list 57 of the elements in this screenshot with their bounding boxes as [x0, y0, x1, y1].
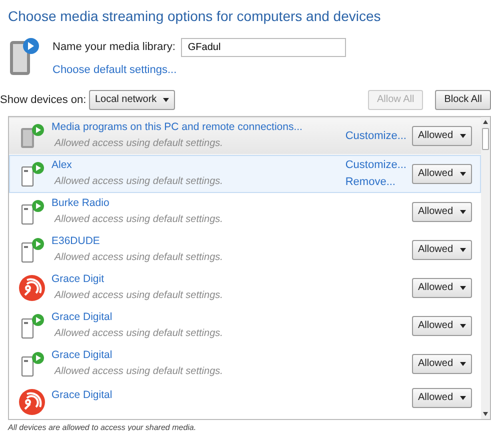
device-row[interactable]: Media programs on this PC and remote connections... Allowed access using default settings. Customize... Allowed — [9, 116, 481, 155]
device-status: Allowed access using default settings. — [53, 251, 224, 266]
access-dropdown[interactable]: Allowed — [412, 202, 472, 222]
radio-icon — [18, 388, 46, 416]
access-dropdown[interactable]: Allowed — [412, 278, 472, 298]
device-name[interactable]: Media programs on this PC and remote connections... — [52, 120, 346, 136]
show-devices-label: Show devices on: — [0, 92, 86, 108]
device-status: Allowed access using default settings. — [53, 175, 224, 190]
device-name[interactable]: Burke Radio — [52, 196, 406, 212]
default-settings-link[interactable]: Choose default settings... — [52, 62, 346, 79]
caret-icon — [460, 286, 466, 290]
device-row[interactable]: Grace Digital Allowed access using default settings. Allowed — [9, 344, 481, 383]
access-dropdown[interactable]: Allowed — [412, 354, 472, 374]
caret-icon — [460, 362, 466, 366]
radio-icon — [18, 274, 46, 302]
device-row[interactable]: Alex Allowed access using default settings. Customize... Remove... Allowed — [9, 154, 481, 193]
device-row[interactable]: E36DUDE Allowed access using default settings. Allowed — [9, 230, 481, 269]
device-status: Allowed access using default settings. — [53, 289, 224, 304]
toolbar-button[interactable]: Block All — [435, 90, 491, 110]
scrollbar-thumb[interactable] — [482, 128, 489, 150]
library-name-label: Name your media library: — [52, 40, 176, 55]
device-row[interactable]: Grace Digital Allowed — [9, 382, 481, 419]
device-link[interactable]: Customize... — [345, 157, 406, 174]
caret-icon — [460, 134, 466, 138]
caret-icon — [460, 324, 466, 328]
device-status: Allowed access using default settings. — [53, 365, 224, 380]
page-title: Choose media streaming options for computers and devices — [8, 7, 382, 26]
caret-icon — [460, 210, 466, 214]
access-dropdown[interactable]: Allowed — [412, 388, 472, 408]
caret-icon — [162, 98, 169, 102]
access-dropdown[interactable]: Allowed — [412, 126, 472, 146]
caret-icon — [460, 396, 466, 400]
caret-icon — [460, 172, 466, 176]
access-dropdown[interactable]: Allowed — [412, 164, 472, 184]
device-name[interactable]: Alex — [52, 158, 346, 174]
device-name[interactable]: Grace Digit — [52, 272, 406, 288]
device-name[interactable]: Grace Digital — [52, 310, 406, 326]
device-link[interactable]: Customize... — [345, 128, 406, 144]
access-dropdown[interactable]: Allowed — [412, 316, 472, 336]
device-status: Allowed access using default settings. — [53, 137, 224, 152]
scroll-down-icon[interactable] — [483, 412, 488, 416]
device-row[interactable]: Burke Radio Allowed access using default settings. Allowed — [9, 192, 481, 231]
device-row[interactable]: Grace Digital Allowed access using default settings. Allowed — [9, 306, 481, 345]
scrollbar[interactable] — [481, 116, 490, 419]
device-status: Allowed access using default settings. — [53, 213, 224, 228]
library-name-field[interactable]: GFadul — [180, 38, 346, 57]
device-status: Allowed access using default settings. — [53, 327, 224, 342]
device-link[interactable]: Remove... — [345, 174, 406, 190]
access-dropdown[interactable]: Allowed — [412, 240, 472, 260]
scroll-up-icon[interactable] — [483, 120, 488, 124]
device-name[interactable]: E36DUDE — [52, 234, 406, 250]
device-row[interactable]: Grace Digit Allowed access using default settings. Allowed — [9, 268, 481, 307]
computer-play-icon — [18, 122, 46, 150]
network-dropdown[interactable]: Local network — [88, 90, 175, 110]
device-name[interactable]: Grace Digital — [52, 388, 406, 404]
caret-icon — [460, 248, 466, 252]
device-name[interactable]: Grace Digital — [52, 348, 406, 364]
